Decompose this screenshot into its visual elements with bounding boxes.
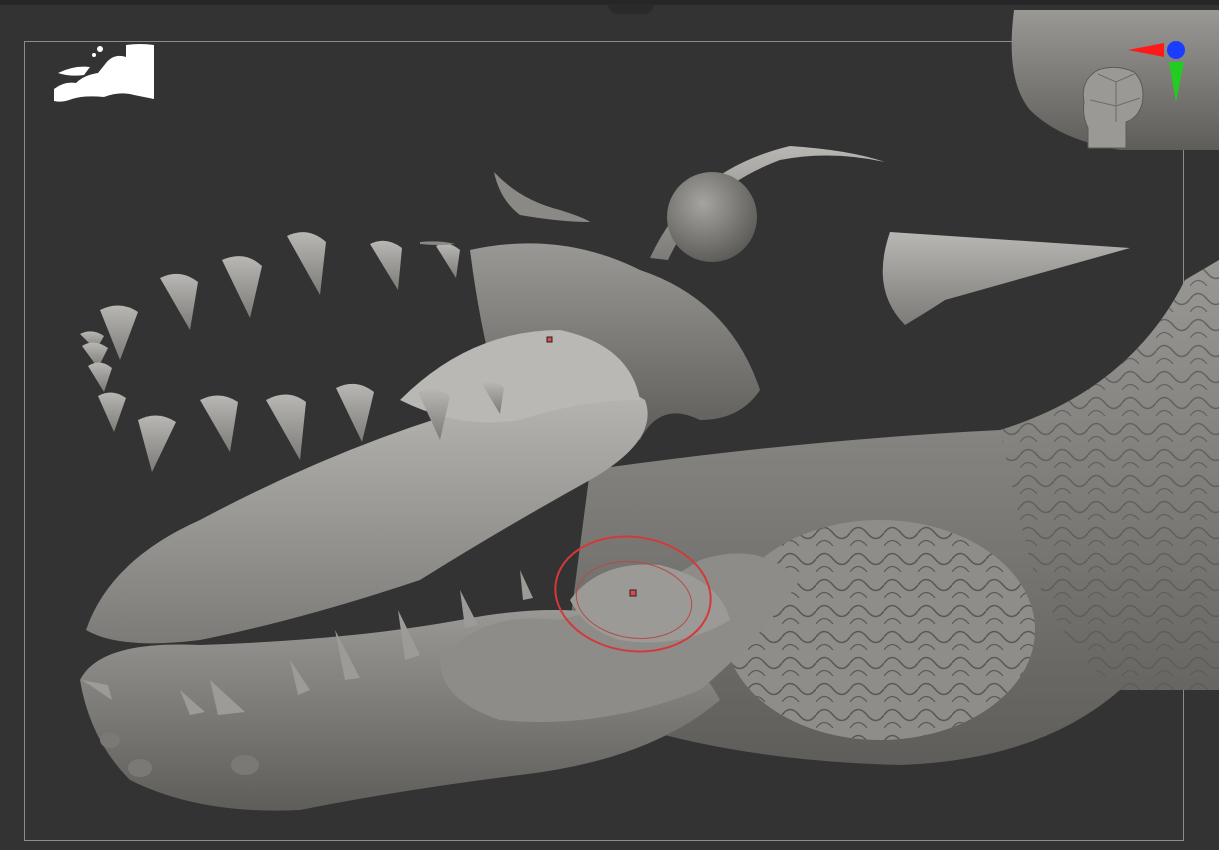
sphere-mesh — [667, 172, 757, 262]
brush-center-marker — [629, 589, 637, 597]
gizmo-z-axis — [1167, 41, 1185, 59]
floating-teeth-ring — [80, 232, 504, 472]
horn-cone-mesh — [882, 232, 1130, 325]
navigation-thumbnail-icon[interactable] — [54, 43, 154, 103]
gizmo-y-axis — [1169, 62, 1184, 102]
thin-flap-mesh — [494, 172, 590, 222]
orientation-gizmo-icon[interactable] — [1076, 10, 1216, 160]
head-navigator-icon[interactable] — [1082, 66, 1144, 149]
cheek-scales-pattern — [725, 520, 1035, 740]
gizmo-x-axis — [1128, 43, 1164, 57]
pivot-marker[interactable] — [546, 336, 553, 343]
sculpt-viewport[interactable] — [0, 0, 1219, 850]
thin-flap-small-mesh — [420, 241, 455, 245]
